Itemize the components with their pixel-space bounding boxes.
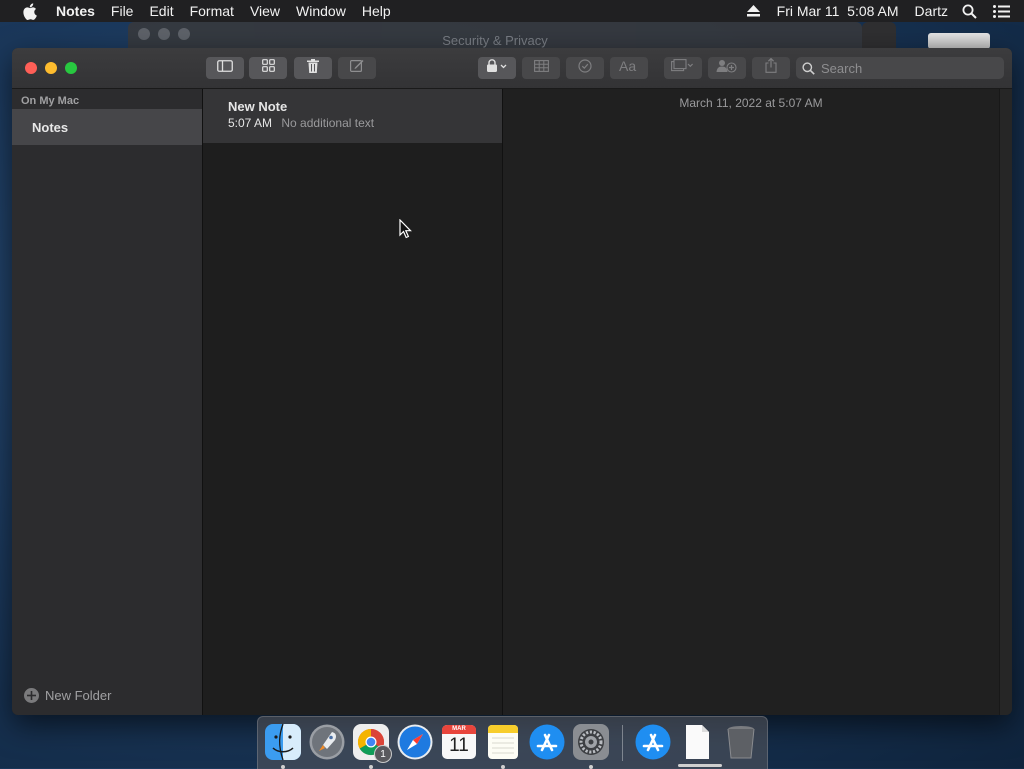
trash-icon: [307, 58, 319, 78]
note-date: March 11, 2022 at 5:07 AM: [679, 96, 823, 110]
dock-separator: [622, 725, 623, 761]
checklist-icon: [578, 58, 592, 78]
compose-icon: [350, 59, 364, 77]
lock-note-button[interactable]: [478, 57, 516, 79]
apple-menu-icon[interactable]: [20, 2, 38, 20]
menu-format[interactable]: Format: [182, 0, 242, 22]
spotlight-search-icon[interactable]: [960, 2, 978, 20]
gallery-view-button[interactable]: [249, 57, 287, 79]
menu-user[interactable]: Dartz: [915, 3, 948, 19]
toolbar: Aa: [12, 48, 1012, 89]
notes-list: New Note 5:07 AM No additional text: [203, 89, 503, 715]
editor-scrollbar[interactable]: [999, 89, 1012, 715]
chrome-running-indicator: [369, 765, 373, 769]
notes-window: Aa On My Mac Notes: [12, 48, 1012, 715]
note-title: New Note: [228, 99, 288, 114]
share-icon: [765, 57, 777, 78]
search-icon: [802, 61, 815, 75]
add-people-icon: [716, 59, 738, 78]
text-format-icon: Aa: [619, 58, 639, 77]
calendar-icon[interactable]: MAR 11: [440, 723, 478, 761]
desktop-disk-icon[interactable]: [928, 33, 990, 49]
trash-icon[interactable]: [722, 723, 760, 761]
grid-icon: [261, 59, 275, 77]
system-preferences-icon[interactable]: [572, 723, 610, 761]
menu-edit[interactable]: Edit: [141, 0, 181, 22]
calendar-day: 11: [449, 735, 469, 756]
photo-icon: [671, 59, 695, 77]
note-time: 5:07 AM: [228, 116, 273, 130]
add-media-button[interactable]: [664, 57, 702, 79]
new-note-button[interactable]: [338, 57, 376, 79]
sidebar-item-label: Notes: [32, 119, 69, 135]
menu-window[interactable]: Window: [288, 0, 354, 22]
sidebar-section-on-my-mac: On My Mac: [21, 95, 80, 107]
checklist-button[interactable]: [566, 57, 604, 79]
new-folder-button[interactable]: New Folder: [24, 688, 111, 703]
mouse-pointer-icon: [399, 218, 413, 244]
table-button[interactable]: [522, 57, 560, 79]
app-store-download-icon[interactable]: [634, 723, 672, 761]
menu-extras: Fri Mar 11 5:08 AM Dartz: [746, 0, 1024, 22]
notification-center-icon[interactable]: [992, 2, 1010, 20]
plus-circle-icon: [24, 688, 39, 703]
note-list-item[interactable]: New Note 5:07 AM No additional text: [203, 89, 502, 143]
table-icon: [533, 59, 549, 77]
background-window-edge[interactable]: [862, 22, 896, 48]
menu-help[interactable]: Help: [354, 0, 399, 22]
background-window-title: Security & Privacy: [442, 33, 548, 48]
note-meta: 5:07 AM No additional text: [228, 116, 374, 130]
close-window-button[interactable]: [25, 62, 37, 74]
menu-view[interactable]: View: [242, 0, 288, 22]
eject-icon[interactable]: [746, 4, 761, 18]
lock-icon: [486, 59, 508, 77]
share-button[interactable]: [752, 57, 790, 79]
delete-note-button[interactable]: [294, 57, 332, 79]
launchpad-icon[interactable]: [308, 723, 346, 761]
sidebar-item-notes[interactable]: Notes: [12, 109, 202, 145]
background-window-security-privacy[interactable]: Security & Privacy: [128, 22, 862, 48]
search-input[interactable]: [819, 59, 993, 77]
chrome-badge: 1: [374, 745, 392, 763]
minimize-window-button[interactable]: [45, 62, 57, 74]
sidebar-icon: [217, 59, 233, 77]
toggle-sidebar-button[interactable]: [206, 57, 244, 79]
note-preview: No additional text: [281, 116, 375, 130]
dock: 1 MAR 11: [257, 716, 768, 769]
menu-app-notes[interactable]: Notes: [46, 0, 103, 22]
app-store-icon[interactable]: [528, 723, 566, 761]
notes-icon[interactable]: [484, 723, 522, 761]
zoom-window-button[interactable]: [65, 62, 77, 74]
new-folder-label: New Folder: [45, 688, 112, 703]
finder-icon[interactable]: [264, 723, 302, 761]
document-icon[interactable]: [678, 723, 716, 761]
dock-minimized-indicator: [678, 764, 722, 767]
calendar-month: MAR: [452, 726, 466, 732]
search-field[interactable]: [796, 57, 1004, 79]
safari-icon[interactable]: [396, 723, 434, 761]
finder-running-indicator: [281, 765, 285, 769]
system-preferences-running-indicator: [589, 765, 593, 769]
menu-bar: Notes File Edit Format View Window Help …: [0, 0, 1024, 22]
format-text-button[interactable]: Aa: [610, 57, 648, 79]
menu-clock[interactable]: Fri Mar 11 5:08 AM: [777, 3, 899, 19]
add-people-button[interactable]: [708, 57, 746, 79]
note-editor[interactable]: March 11, 2022 at 5:07 AM: [503, 89, 999, 715]
folders-sidebar: On My Mac Notes New Folder: [12, 89, 203, 715]
menu-file[interactable]: File: [103, 0, 142, 22]
notes-running-indicator: [501, 765, 505, 769]
svg-text:Aa: Aa: [619, 59, 636, 72]
